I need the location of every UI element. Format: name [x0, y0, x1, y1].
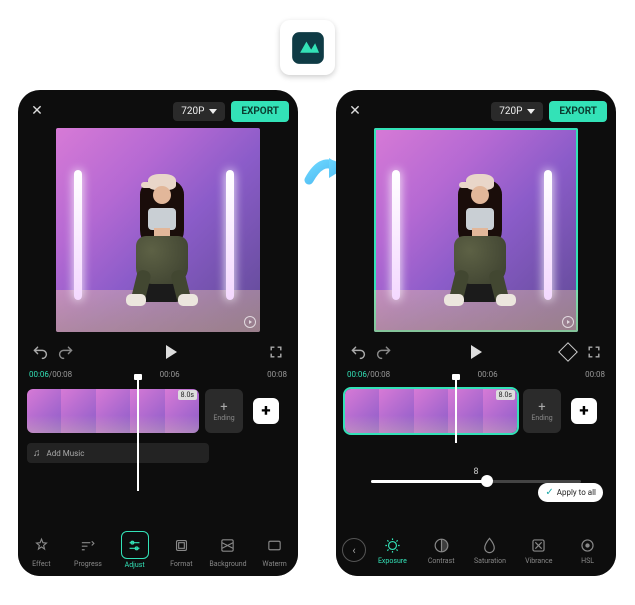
watermark-icon — [244, 316, 256, 328]
add-ending-button[interactable]: + Ending — [523, 389, 561, 433]
tab-format[interactable]: Format — [160, 532, 202, 568]
timeline-clip[interactable]: 8.0s — [27, 389, 199, 433]
chevron-down-icon — [209, 109, 217, 114]
phone-after: ✕ 720P EXPORT — [336, 90, 616, 576]
video-preview[interactable] — [374, 128, 578, 332]
undo-button[interactable] — [31, 343, 49, 361]
check-icon: ✓ — [545, 487, 553, 498]
back-button[interactable]: ‹ — [342, 538, 366, 562]
tab-watermark[interactable]: Waterm — [254, 532, 296, 568]
fullscreen-button[interactable] — [585, 343, 603, 361]
resolution-label: 720P — [499, 106, 522, 117]
tab-vibrance[interactable]: Vibrance — [516, 536, 561, 565]
fullscreen-button[interactable] — [267, 343, 285, 361]
plus-icon: + — [538, 401, 545, 414]
resolution-selector[interactable]: 720P — [173, 102, 225, 121]
slider-value: 8 — [473, 467, 478, 477]
close-button[interactable]: ✕ — [345, 101, 365, 121]
slider-thumb[interactable] — [481, 475, 493, 487]
keyframe-button[interactable] — [559, 343, 577, 361]
redo-button[interactable] — [57, 343, 75, 361]
playhead[interactable] — [455, 377, 457, 443]
tab-saturation[interactable]: Saturation — [468, 536, 513, 565]
add-music-button[interactable]: ♫ Add Music — [27, 443, 209, 463]
undo-button[interactable] — [349, 343, 367, 361]
resolution-label: 720P — [181, 106, 204, 117]
resolution-selector[interactable]: 720P — [491, 102, 543, 121]
phone-before: ✕ 720P EXPORT — [18, 90, 298, 576]
add-ending-button[interactable]: + Ending — [205, 389, 243, 433]
tab-background[interactable]: Background — [207, 532, 249, 568]
clip-duration: 8.0s — [496, 390, 515, 400]
add-clip-button[interactable]: + — [571, 398, 597, 424]
timeline-clip[interactable]: 8.0s — [345, 389, 517, 433]
play-button[interactable] — [162, 343, 180, 361]
apply-to-all-button[interactable]: ✓ Apply to all — [538, 483, 603, 502]
app-logo — [280, 20, 335, 75]
video-preview[interactable] — [56, 128, 260, 332]
tab-exposure[interactable]: Exposure — [370, 536, 415, 565]
tab-hsl[interactable]: HSL — [565, 536, 610, 565]
watermark-icon — [562, 316, 574, 328]
time-ruler: 00:06/00:08 00:06 00:08 — [345, 370, 607, 379]
tab-effect[interactable]: Effect — [20, 532, 62, 568]
tab-adjust[interactable]: Adjust — [114, 531, 156, 569]
tab-progress[interactable]: Progress — [67, 532, 109, 568]
add-clip-button[interactable]: + — [253, 398, 279, 424]
redo-button[interactable] — [375, 343, 393, 361]
chevron-down-icon — [527, 109, 535, 114]
playhead[interactable] — [137, 377, 139, 491]
export-button[interactable]: EXPORT — [549, 101, 607, 122]
export-button[interactable]: EXPORT — [231, 101, 289, 122]
clip-duration: 8.0s — [178, 390, 197, 400]
time-ruler: 00:06/00:08 00:06 00:08 — [27, 370, 289, 379]
plus-icon: + — [220, 401, 227, 414]
play-button[interactable] — [467, 343, 485, 361]
tab-contrast[interactable]: Contrast — [419, 536, 464, 565]
music-note-icon: ♫ — [33, 448, 41, 459]
close-button[interactable]: ✕ — [27, 101, 47, 121]
